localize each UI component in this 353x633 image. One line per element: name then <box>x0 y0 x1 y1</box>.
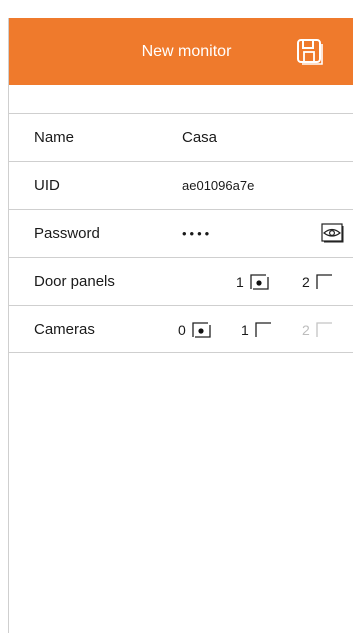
password-label: Password <box>34 225 100 242</box>
door-panel-option-2[interactable]: 2 <box>302 271 335 293</box>
radio-selected-icon <box>250 274 269 290</box>
app-screen: New monitor Name Casa UID ae01096a7e Pas… <box>8 18 353 633</box>
name-field[interactable]: Casa <box>182 114 217 162</box>
cameras-label: Cameras <box>34 321 95 338</box>
save-icon <box>297 39 323 65</box>
door-panel-option-1[interactable]: 1 <box>236 271 269 293</box>
camera-option-2: 2 <box>302 319 335 341</box>
name-label: Name <box>34 129 75 146</box>
door-panel-option-1-label: 1 <box>236 274 244 290</box>
uid-label: UID <box>34 177 60 194</box>
cameras-row: Cameras 0 1 2 <box>9 305 353 353</box>
password-row[interactable]: Password •••• <box>9 209 353 257</box>
camera-option-0-label: 0 <box>178 322 186 338</box>
camera-option-2-label: 2 <box>302 322 310 338</box>
radio-empty-icon <box>255 322 271 337</box>
camera-option-0[interactable]: 0 <box>178 319 211 341</box>
radio-selected-icon <box>192 322 211 338</box>
uid-row[interactable]: UID ae01096a7e <box>9 161 353 209</box>
uid-field[interactable]: ae01096a7e <box>182 162 254 210</box>
header-spacer <box>9 85 353 113</box>
door-panel-option-2-label: 2 <box>302 274 310 290</box>
radio-empty-icon <box>316 274 332 289</box>
radio-disabled-icon <box>316 322 332 337</box>
camera-option-1-label: 1 <box>241 322 249 338</box>
eye-icon <box>321 223 344 243</box>
show-password-button[interactable] <box>321 223 345 243</box>
camera-option-1[interactable]: 1 <box>241 319 274 341</box>
password-field[interactable]: •••• <box>182 225 212 243</box>
save-button[interactable] <box>296 38 326 66</box>
header-bar: New monitor <box>9 18 353 85</box>
door-panels-label: Door panels <box>34 273 115 290</box>
name-row[interactable]: Name Casa <box>9 113 353 161</box>
door-panels-row: Door panels 1 2 <box>9 257 353 305</box>
